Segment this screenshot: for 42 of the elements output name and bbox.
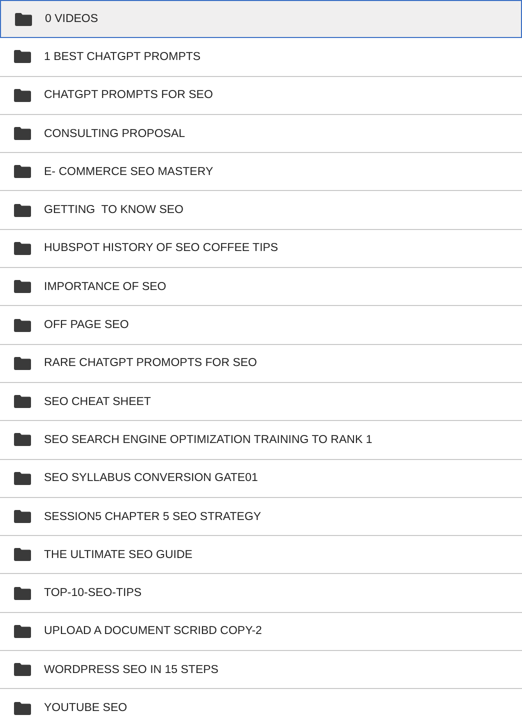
folder-name: SEO CHEAT SHEET [44, 396, 151, 408]
folder-icon [14, 242, 31, 255]
folder-icon [14, 165, 31, 178]
folder-icon [15, 12, 32, 26]
folder-icon [14, 88, 31, 102]
folder-row[interactable]: RARE CHATGPT PROMOPTS FOR SEO [0, 344, 522, 383]
folder-name: RARE CHATGPT PROMOPTS FOR SEO [44, 357, 257, 370]
folder-icon [14, 663, 31, 676]
folder-icon [14, 586, 31, 600]
folder-name: IMPORTANCE OF SEO [44, 280, 166, 293]
folder-name: SEO SEARCH ENGINE OPTIMIZATION TRAINING TO RANK 1 [44, 434, 372, 446]
folder-name: SEO SYLLABUS CONVERSION GATE01 [44, 472, 258, 484]
folder-name: SESSION5 CHAPTER 5 SEO STRATEGY [44, 510, 262, 522]
folder-name: 0 VIDEOS [45, 13, 98, 26]
folder-icon [14, 433, 31, 446]
folder-icon [14, 510, 31, 523]
folder-icon [14, 356, 31, 370]
folder-icon [14, 127, 31, 140]
folder-name: GETTING TO KNOW SEO [44, 204, 184, 216]
folder-name: YOUTUBE SEO [44, 702, 128, 714]
folder-icon [14, 50, 31, 64]
folder-name: TOP-10-SEO-TIPS [44, 587, 142, 600]
folder-name: OFF PAGE SEO [44, 319, 129, 332]
folder-icon [14, 472, 31, 485]
folder-icon [14, 280, 31, 294]
folder-icon [14, 624, 31, 638]
folder-icon [14, 395, 31, 408]
folder-name: WORDPRESS SEO IN 15 STEPS [44, 664, 218, 676]
folder-row[interactable]: CHATGPT PROMPTS FOR SEO [0, 76, 522, 115]
folder-icon [14, 702, 31, 715]
folder-row[interactable]: SEO SYLLABUS CONVERSION GATE01 [0, 460, 522, 498]
folder-name: HUBSPOT HISTORY OF SEO COFFEE TIPS [44, 242, 278, 254]
folder-name: CHATGPT PROMPTS FOR SEO [44, 89, 213, 102]
folder-name: E- COMMERCE SEO MASTERY [44, 166, 214, 178]
folder-name: THE ULTIMATE SEO GUIDE [44, 548, 192, 561]
folder-name: UPLOAD A DOCUMENT SCRIBD COPY-2 [44, 625, 262, 638]
folder-name: CONSULTING PROPOSAL [44, 128, 186, 140]
folder-name: 1 BEST CHATGPT PROMPTS [44, 50, 201, 63]
folder-icon [14, 548, 31, 562]
folder-icon [14, 318, 31, 332]
folder-icon [14, 204, 31, 217]
folder-row[interactable]: 0 VIDEOS [0, 0, 522, 38]
